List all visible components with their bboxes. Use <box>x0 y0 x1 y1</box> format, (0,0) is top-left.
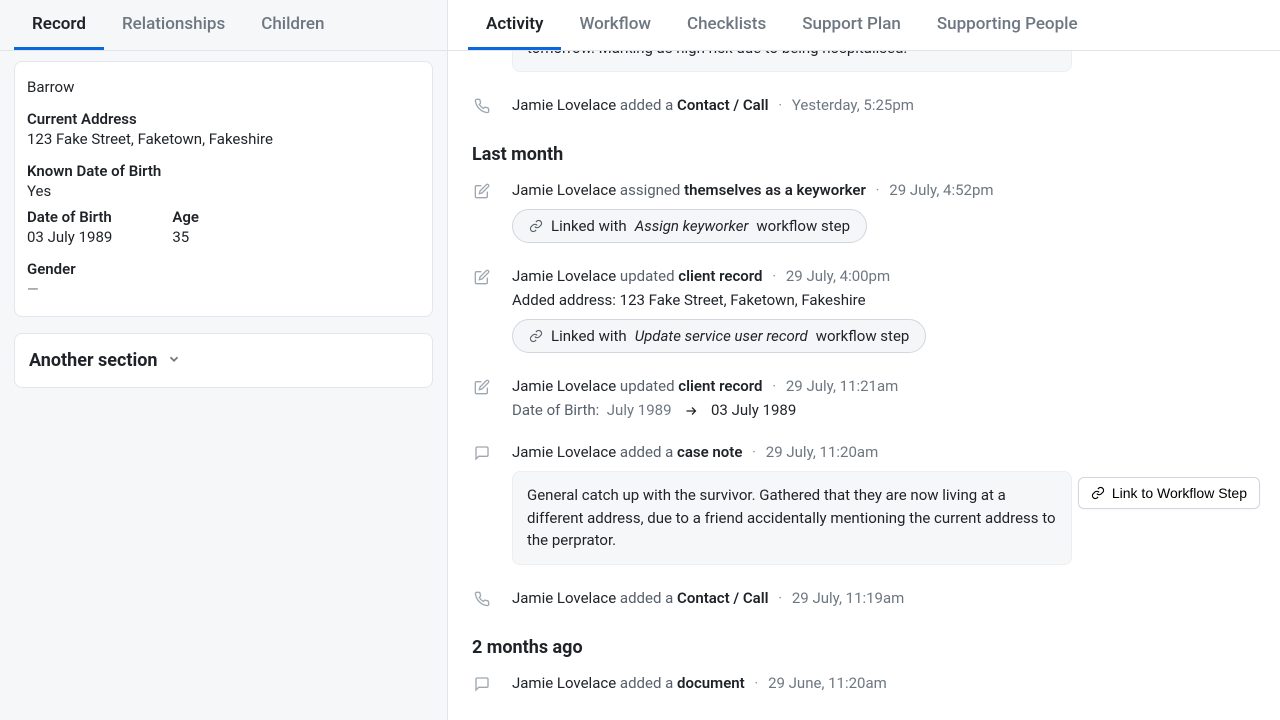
dob-new-value: 03 July 1989 <box>711 401 796 419</box>
activity-timestamp: 29 July, 11:21am <box>786 377 898 395</box>
tab-checklists[interactable]: Checklists <box>669 0 784 50</box>
tab-supporting-people[interactable]: Supporting People <box>919 0 1096 50</box>
actor-name: Jamie Lovelace <box>512 267 616 285</box>
activity-verb: added a <box>620 96 673 114</box>
left-sidebar: Record Relationships Children Barrow Cur… <box>0 0 448 720</box>
actor-name: Jamie Lovelace <box>512 96 616 114</box>
city-value: Barrow <box>27 78 420 96</box>
tab-children[interactable]: Children <box>243 0 342 50</box>
another-section-toggle[interactable]: Another section <box>14 333 433 388</box>
case-note-body: was a meeting in the street, not at thei… <box>512 51 1072 72</box>
pill-text-step: Update service user record <box>635 327 808 345</box>
activity-timestamp: 29 June, 11:20am <box>768 674 887 692</box>
activity-verb: updated <box>620 267 675 285</box>
actor-name: Jamie Lovelace <box>512 181 616 199</box>
activity-object: client record <box>678 267 762 285</box>
activity-timestamp: Yesterday, 5:25pm <box>792 96 914 114</box>
comment-icon <box>472 674 492 692</box>
actor-name: Jamie Lovelace <box>512 377 616 395</box>
known-dob-value: Yes <box>27 182 420 200</box>
activity-object: case note <box>677 443 742 461</box>
pill-text-pre: Linked with <box>551 217 627 235</box>
pill-text-post: workflow step <box>756 217 850 235</box>
pill-text-step: Assign keyworker <box>635 217 749 235</box>
tab-support-plan[interactable]: Support Plan <box>784 0 919 50</box>
phone-icon <box>472 589 492 607</box>
dob-label: Date of Birth <box>27 208 112 226</box>
activity-timestamp: 29 July, 4:52pm <box>889 181 993 199</box>
link-to-workflow-step-button[interactable]: Link to Workflow Step <box>1078 477 1260 509</box>
timeline-item: Jamie Lovelace assigned themselves as a … <box>472 181 1256 243</box>
gender-label: Gender <box>27 260 420 278</box>
current-address-label: Current Address <box>27 110 420 128</box>
main-content: Activity Workflow Checklists Support Pla… <box>448 0 1280 720</box>
gender-value: — <box>27 280 420 298</box>
age-value: 35 <box>172 228 199 246</box>
actor-name: Jamie Lovelace <box>512 674 616 692</box>
activity-object: themselves as a keyworker <box>684 181 866 199</box>
actor-name: Jamie Lovelace <box>512 589 616 607</box>
tab-activity[interactable]: Activity <box>468 0 561 50</box>
left-body: Barrow Current Address 123 Fake Street, … <box>0 51 447 398</box>
dob-old-value: July 1989 <box>607 401 672 419</box>
timeline-item: Jamie Lovelace added a Contact / Call · … <box>472 96 1256 114</box>
activity-verb: added a <box>620 674 673 692</box>
chevron-down-icon <box>167 350 181 371</box>
activity-timestamp: 29 July, 4:00pm <box>786 267 890 285</box>
timeline-group-heading: 2 months ago <box>472 637 1256 658</box>
arrow-right-icon <box>683 405 699 417</box>
activity-verb: added a <box>620 443 673 461</box>
edit-icon <box>472 181 492 243</box>
another-section-title: Another section <box>29 350 157 371</box>
edit-icon <box>472 267 492 353</box>
timeline-group-heading: Last month <box>472 144 1256 165</box>
activity-timestamp: 29 July, 11:20am <box>766 443 878 461</box>
pill-text-pre: Linked with <box>551 327 627 345</box>
timeline-item: Jamie Lovelace updated client record · 2… <box>472 267 1256 353</box>
link-icon <box>1091 486 1105 500</box>
link-icon <box>529 329 543 343</box>
current-address-value: 123 Fake Street, Faketown, Fakeshire <box>27 130 420 148</box>
activity-verb: assigned <box>620 181 680 199</box>
dob-change-label: Date of Birth: <box>512 401 599 419</box>
actor-name: Jamie Lovelace <box>512 443 616 461</box>
tab-workflow[interactable]: Workflow <box>561 0 669 50</box>
activity-object: Contact / Call <box>677 96 768 114</box>
pill-text-post: workflow step <box>816 327 910 345</box>
activity-object: client record <box>678 377 762 395</box>
activity-object: document <box>677 674 745 692</box>
right-tabs: Activity Workflow Checklists Support Pla… <box>448 0 1280 51</box>
left-tabs: Record Relationships Children <box>0 0 447 51</box>
tab-relationships[interactable]: Relationships <box>104 0 243 50</box>
phone-icon <box>472 96 492 114</box>
dob-value: 03 July 1989 <box>27 228 112 246</box>
activity-timeline: was a meeting in the street, not at thei… <box>472 51 1256 716</box>
linked-workflow-pill[interactable]: Linked with Update service user record w… <box>512 319 926 353</box>
age-label: Age <box>172 208 199 226</box>
link-to-workflow-step-label: Link to Workflow Step <box>1112 485 1247 501</box>
timeline-item: Jamie Lovelace updated client record · 2… <box>472 377 1256 419</box>
record-card: Barrow Current Address 123 Fake Street, … <box>14 61 433 317</box>
case-note-body: General catch up with the survivor. Gath… <box>512 471 1072 565</box>
activity-timestamp: 29 July, 11:19am <box>792 589 904 607</box>
activity-verb: updated <box>620 377 675 395</box>
linked-workflow-pill[interactable]: Linked with Assign keyworker workflow st… <box>512 209 867 243</box>
known-dob-label: Known Date of Birth <box>27 162 420 180</box>
edit-icon <box>472 377 492 419</box>
tab-record[interactable]: Record <box>14 0 104 50</box>
link-icon <box>529 219 543 233</box>
timeline-item: was a meeting in the street, not at thei… <box>472 51 1256 72</box>
timeline-item: Jamie Lovelace added a document · 29 Jun… <box>472 674 1256 692</box>
activity-detail: Added address: 123 Fake Street, Faketown… <box>512 291 1256 309</box>
comment-icon <box>472 443 492 565</box>
activity-verb: added a <box>620 589 673 607</box>
timeline-item: Jamie Lovelace added a Contact / Call · … <box>472 589 1256 607</box>
activity-object: Contact / Call <box>677 589 768 607</box>
